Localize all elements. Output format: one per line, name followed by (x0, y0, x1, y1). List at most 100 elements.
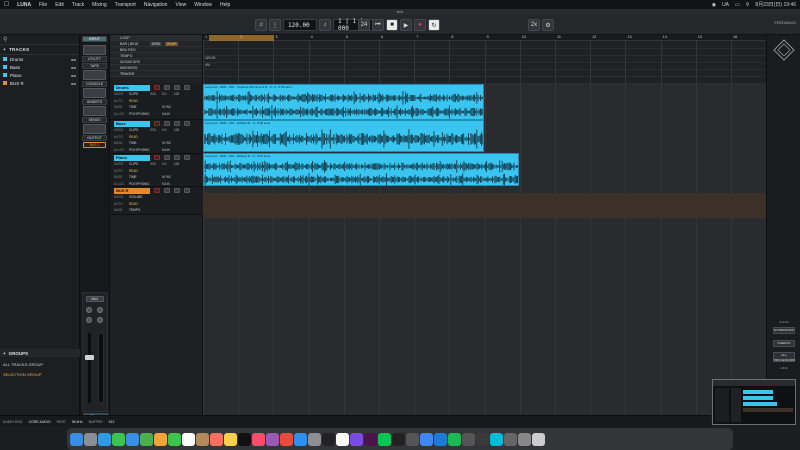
signature-value[interactable]: 4/4 (205, 63, 210, 67)
track-visibility-icon[interactable]: ■■ (71, 73, 76, 78)
messages-icon[interactable] (112, 432, 125, 446)
calendar-icon[interactable] (182, 432, 195, 446)
drm-button[interactable]: DRM (149, 42, 162, 46)
output-bus-select[interactable]: BUS 1 (83, 142, 106, 148)
param-value[interactable]: READ (129, 202, 147, 206)
safari-icon[interactable] (98, 432, 111, 446)
record-arm-button[interactable] (154, 155, 160, 160)
track-header-piano[interactable]: Piano MODE CLIPS VOL 0.0 100 AUTO READ BASE TIME N… (110, 154, 203, 187)
param-value[interactable]: READ (129, 99, 147, 103)
param-a[interactable]: VOL (150, 92, 159, 96)
wifi-icon[interactable]: ◉ (712, 2, 716, 8)
param-value[interactable]: READ (129, 169, 147, 173)
param-b[interactable]: 0.0 (162, 128, 171, 132)
param-b[interactable]: MAIN (162, 112, 171, 116)
param-c[interactable]: 100 (174, 128, 183, 132)
menu-view[interactable]: View (175, 2, 186, 8)
stop-icon[interactable]: ■ (386, 19, 398, 31)
ua-icon[interactable] (392, 432, 405, 446)
pt-icon[interactable] (350, 432, 363, 446)
param-value[interactable]: POLYPHONIC (129, 148, 150, 152)
param-value[interactable]: VOLUME (129, 195, 147, 199)
appstore-icon[interactable] (294, 432, 307, 446)
menu-edit[interactable]: Edit (55, 2, 64, 8)
menu-file[interactable]: File (39, 2, 47, 8)
ua-status[interactable]: UA (722, 2, 729, 8)
param-b[interactable]: NONE (162, 105, 171, 109)
spotify-icon[interactable] (448, 432, 461, 446)
inspector-section-console[interactable]: CONSOLE (82, 81, 107, 87)
inspector-section-output[interactable]: OUTPUT (82, 135, 107, 141)
inserts-button[interactable]: INSERTS (773, 340, 795, 347)
param-b[interactable]: MAIN (162, 148, 171, 152)
trash-icon[interactable] (532, 432, 545, 446)
more5-icon[interactable] (518, 432, 531, 446)
mode-2x-button[interactable]: 2x (528, 19, 540, 31)
param-b[interactable]: 0.0 (162, 92, 171, 96)
param-value[interactable]: TEMPO (129, 208, 147, 212)
clip-piano[interactable]: Loop test - 0001 - 801 - EZkeys R - 0 - … (203, 153, 519, 186)
inspector-section-input[interactable]: INPUT (82, 36, 107, 42)
rewind-icon[interactable]: ⏮ (372, 19, 384, 31)
group-all-tracks[interactable]: ALL TRACKS GROUP (3, 362, 43, 367)
navigator-track-piano[interactable]: Piano ■■ (0, 71, 79, 79)
search-icon[interactable]: ⚲ (3, 36, 7, 43)
apple-icon[interactable]:  (4, 1, 9, 8)
snap-button[interactable]: SNAP (164, 42, 179, 46)
mail-icon[interactable] (126, 432, 139, 446)
param-b[interactable]: NONE (162, 175, 171, 179)
solo-button[interactable] (184, 121, 190, 126)
metronome-icon[interactable]: ♫ (255, 19, 267, 31)
menu-navigation[interactable]: Navigation (144, 2, 168, 8)
param-value[interactable]: READ (129, 135, 147, 139)
input-monitor-button[interactable] (164, 121, 170, 126)
menu-help[interactable]: Help (220, 2, 230, 8)
search-spotlight-icon[interactable]: ⚲ (746, 2, 750, 8)
contacts-icon[interactable] (196, 432, 209, 446)
settings-icon[interactable] (308, 432, 321, 446)
audio-engine-value[interactable]: CORE AUDIO (29, 420, 51, 424)
record-arm-button[interactable] (154, 85, 160, 90)
music-icon[interactable] (252, 432, 265, 446)
more2-icon[interactable] (476, 432, 489, 446)
param-value[interactable]: TIME (129, 175, 147, 179)
param-c[interactable]: 100 (174, 92, 183, 96)
rate-value[interactable]: 96 kHz (72, 420, 83, 424)
inspector-section-sends[interactable]: SENDS (82, 117, 107, 123)
strip-input-select[interactable]: Mic/L (86, 296, 104, 302)
console-slot[interactable] (83, 88, 106, 98)
input-select-button[interactable] (83, 45, 106, 55)
podcasts-icon[interactable] (266, 432, 279, 446)
launchpad-icon[interactable] (84, 432, 97, 446)
menubar-clock[interactable]: 8月23日(日) 19:46 (755, 1, 796, 8)
mute-button[interactable] (174, 85, 180, 90)
count-in-icon[interactable]: ⋮ (269, 19, 281, 31)
battery-icon[interactable]: ▭ (735, 2, 740, 8)
add-track-icon[interactable]: + (3, 47, 6, 52)
track-header-bus[interactable]: BUS R MODE VOLUME AUTO READ BASE TEMPO (110, 187, 203, 215)
param-value[interactable]: TIME (129, 141, 147, 145)
track-name[interactable]: Piano (114, 154, 150, 161)
feedback-button[interactable]: FEEDBACK (774, 20, 796, 25)
param-value[interactable]: CLIPS (129, 128, 147, 132)
record-arm-button[interactable] (154, 188, 160, 193)
solo-button[interactable] (184, 155, 190, 160)
track-visibility-icon[interactable]: ■■ (71, 81, 76, 86)
param-value[interactable]: CLIPS (129, 162, 147, 166)
tempo-value[interactable]: 120.00 (205, 56, 215, 60)
param-c[interactable]: 100 (174, 162, 183, 166)
slack-icon[interactable] (364, 432, 377, 446)
param-b[interactable]: MAIN (162, 182, 171, 186)
param-value[interactable]: CLIPS (129, 92, 147, 96)
input-monitor-button[interactable] (164, 188, 170, 193)
facetime-icon[interactable] (168, 432, 181, 446)
track-header-drums[interactable]: Drums MODE CLIPS VOL 0.0 100 AUTO READ BASE TIME N… (110, 84, 203, 120)
record-icon[interactable]: ● (414, 19, 426, 31)
loop-icon[interactable]: ↻ (428, 19, 440, 31)
track-name[interactable]: Bass (114, 120, 150, 127)
track-visibility-icon[interactable]: ■■ (71, 57, 76, 62)
param-a[interactable]: VOL (150, 162, 159, 166)
maps-icon[interactable] (140, 432, 153, 446)
volume-fader[interactable] (85, 355, 94, 360)
param-value[interactable]: TIME (129, 105, 147, 109)
